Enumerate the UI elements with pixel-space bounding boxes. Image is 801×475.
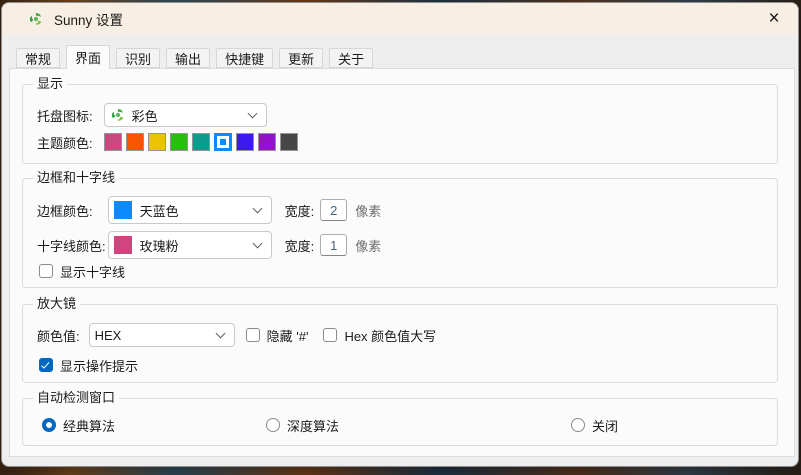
radio-off[interactable] [571,418,585,432]
theme-color-swatch[interactable] [192,133,210,151]
radio-classic-algorithm[interactable] [42,418,56,432]
color-value-label: 颜色值: [37,326,80,345]
tray-icon-value: 彩色 [132,106,158,125]
autodetect-options-row: 经典算法 深度算法 关闭 [23,417,777,433]
show-tips-checkbox[interactable] [39,358,53,372]
display-group-title: 显示 [33,76,67,92]
close-button[interactable]: × [754,5,794,33]
border-color-select[interactable]: 天蓝色 [108,196,272,224]
tray-icon-select[interactable]: 彩色 [104,103,267,127]
settings-window: Sunny 设置 × 常规 界面 识别 输出 快捷键 更新 关于 显示 托盘图标… [1,2,799,467]
check-icon [41,360,49,369]
color-format-row: 颜色值: HEX 隐藏 '#' Hex 颜色值大写 [23,323,777,347]
show-crosshair-checkbox[interactable] [39,264,53,278]
crosshair-color-select[interactable]: 玫瑰粉 [108,231,272,259]
color-format-select[interactable]: HEX [89,323,235,347]
crosshair-width-input[interactable] [320,234,347,256]
radio-classic-label: 经典算法 [63,416,115,435]
tab-output[interactable]: 输出 [166,48,210,68]
tab-recognition[interactable]: 识别 [116,48,160,68]
theme-color-row-wrap: 主题颜色: [23,133,777,151]
border-width-input[interactable] [320,199,347,221]
theme-color-swatch[interactable] [236,133,254,151]
crosshair-color-swatch [114,236,132,254]
tab-update[interactable]: 更新 [279,48,323,68]
tab-panel: 显示 托盘图标: 彩色 主题颜色 [9,68,795,457]
theme-color-swatch[interactable] [170,133,188,151]
tray-icon-label: 托盘图标: [37,106,93,125]
theme-color-swatch[interactable] [148,133,166,151]
magnifier-group-title: 放大镜 [33,296,80,312]
hex-uppercase-label: Hex 颜色值大写 [344,326,436,345]
radio-deep-algorithm[interactable] [266,418,280,432]
hex-uppercase-checkbox[interactable] [323,328,337,342]
titlebar: Sunny 设置 × [2,3,798,35]
theme-color-swatch[interactable] [280,133,298,151]
border-width-label: 宽度: [285,201,315,220]
hide-hash-label: 隐藏 '#' [267,326,309,345]
border-color-label: 边框颜色: [37,201,93,220]
border-crosshair-group: 边框和十字线 边框颜色: 天蓝色 宽度: 像素 十字线颜色: 玫瑰粉 [22,178,778,288]
tab-interface[interactable]: 界面 [66,45,110,69]
hide-hash-checkbox[interactable] [246,328,260,342]
tab-general[interactable]: 常规 [16,48,60,68]
border-color-row: 边框颜色: 天蓝色 宽度: 像素 [23,196,777,224]
theme-color-swatch[interactable] [258,133,276,151]
autodetect-group-title: 自动检测窗口 [33,390,119,406]
autodetect-group: 自动检测窗口 经典算法 深度算法 关闭 [22,398,778,446]
theme-color-row [104,133,298,151]
sunny-app-icon [28,11,44,27]
crosshair-width-unit: 像素 [355,236,381,255]
show-crosshair-row: 显示十字线 [23,263,777,279]
chevron-down-icon [215,329,225,339]
tabstrip: 常规 界面 识别 输出 快捷键 更新 关于 [16,45,373,68]
radio-deep-label: 深度算法 [287,416,339,435]
border-width-unit: 像素 [355,201,381,220]
show-crosshair-label: 显示十字线 [60,262,125,281]
radio-off-label: 关闭 [592,416,618,435]
border-group-title: 边框和十字线 [33,170,119,186]
tray-icon-color-glyph [110,107,126,123]
crosshair-color-label: 十字线颜色: [37,236,106,255]
chevron-down-icon [252,239,262,249]
theme-color-swatch[interactable] [126,133,144,151]
window-title: Sunny 设置 [54,9,123,29]
display-group: 显示 托盘图标: 彩色 主题颜色 [22,84,778,164]
chevron-down-icon [247,109,257,119]
border-color-swatch [114,201,132,219]
tab-hotkeys[interactable]: 快捷键 [216,48,273,68]
theme-color-label: 主题颜色: [37,133,93,152]
crosshair-color-row: 十字线颜色: 玫瑰粉 宽度: 像素 [23,231,777,259]
show-tips-label: 显示操作提示 [60,356,138,375]
crosshair-color-value: 玫瑰粉 [140,236,179,255]
border-color-value: 天蓝色 [140,201,179,220]
theme-color-swatch[interactable] [214,133,232,151]
tray-icon-row: 托盘图标: 彩色 [23,103,777,127]
crosshair-width-label: 宽度: [285,236,315,255]
magnifier-group: 放大镜 颜色值: HEX 隐藏 '#' Hex 颜色值大写 显示操作提示 [22,304,778,383]
chevron-down-icon [252,204,262,214]
theme-color-swatch[interactable] [104,133,122,151]
tab-about[interactable]: 关于 [329,48,373,68]
color-format-value: HEX [95,328,122,343]
show-tips-row: 显示操作提示 [23,357,777,373]
